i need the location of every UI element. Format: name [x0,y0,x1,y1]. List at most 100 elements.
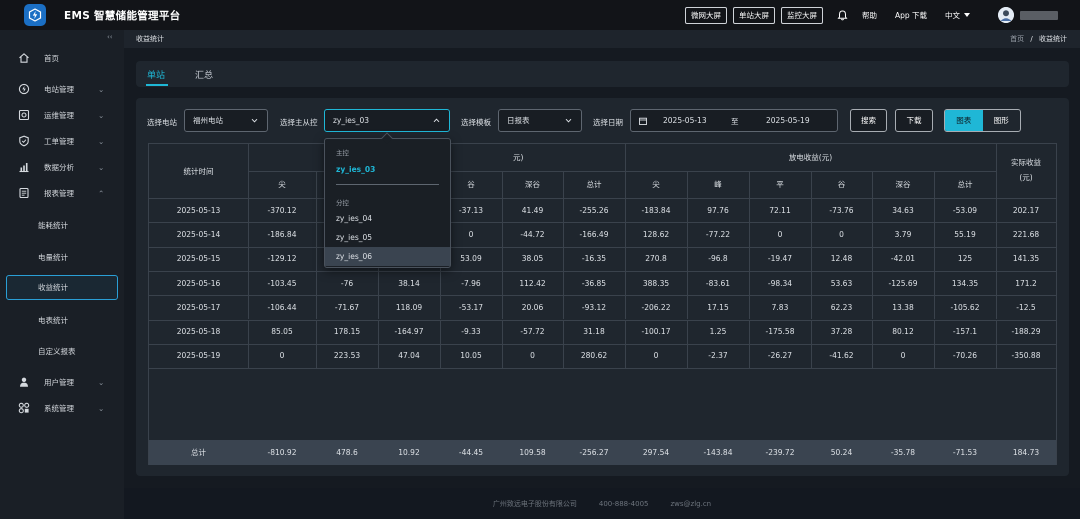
station-select[interactable]: 福州电站 [184,109,268,132]
tab-single-station[interactable]: 单站 [147,68,165,81]
sidebar-item-label: 报表管理 [44,188,74,198]
table-view-button[interactable]: 图表 [945,110,983,131]
language-select[interactable]: 中文 [945,10,970,21]
sidebar-item-report[interactable]: 报表管理 ⌃ [0,183,124,203]
table-cell: 80.12 [892,327,914,337]
sidebar-item-work-order[interactable]: 工单管理 ⌄ [0,131,124,151]
bell-icon[interactable] [837,9,848,21]
footer-email[interactable]: zws@zlg.cn [670,500,711,508]
tab-summary[interactable]: 汇总 [195,68,213,81]
total-cell: 297.54 [642,448,670,457]
home-icon [18,52,30,64]
table-cell: 202.17 [1012,205,1040,215]
table-cell: -76 [340,278,354,288]
template-label: 选择模板 [461,118,491,127]
master-group-label: 主控 [336,149,349,157]
username-blurred[interactable] [1020,10,1058,20]
breadcrumb: 收益统计 首页 / 收益统计 [124,30,1080,48]
table-cell: 41.49 [521,205,544,215]
sidebar-sub-energy[interactable]: 能耗统计 [0,215,124,235]
chevron-down-icon [565,118,572,123]
download-button[interactable]: 下载 [895,109,933,132]
discharge-subheader: 尖 [652,180,660,189]
table-cell: 55.19 [954,229,976,239]
dropdown-option-slave[interactable]: zy_ies_04 [325,209,450,228]
sidebar-sub-revenue[interactable]: 收益统计 [6,275,118,300]
slave-group-label: 分控 [336,199,349,207]
chart-view-button[interactable]: 图形 [983,110,1021,131]
table-cell: 38.05 [521,254,544,264]
footer: 广州致远电子股份有限公司 400-888-4005 zws@zlg.cn [124,488,1080,519]
sidebar-item-user[interactable]: 用户管理 ⌄ [0,372,124,392]
monitor-screen-button[interactable]: 监控大屏 [780,6,823,24]
search-button[interactable]: 搜索 [850,109,887,132]
table-cell: 223.53 [333,351,361,361]
control-select[interactable]: zy_ies_03 [324,109,450,132]
table-cell: 72.11 [769,205,791,215]
sidebar-sub-meter[interactable]: 电表统计 [0,310,124,330]
breadcrumb-separator: / [1030,35,1033,43]
table-cell: 13.38 [892,302,914,312]
chevron-down-icon [251,118,258,123]
table-cell: -370.12 [267,205,297,215]
sidebar-sub-custom-report[interactable]: 自定义报表 [0,341,124,361]
top-bar: EMS 智慧储能管理平台 微网大屏 单站大屏 监控大屏 帮助 App 下载 中文 [0,0,1080,30]
cell-divider [316,198,317,223]
date-end[interactable]: 2025-05-19 [766,116,810,125]
sidebar-item-label: 收益统计 [38,283,68,292]
sidebar-item-system[interactable]: 系统管理 ⌄ [0,398,124,418]
dropdown-option-slave[interactable]: zy_ies_05 [325,228,450,247]
sidebar-item-label: 用户管理 [44,377,74,387]
table-cell: 10.05 [460,351,482,361]
sidebar-sub-electricity[interactable]: 电量统计 [0,247,124,267]
collapse-sidebar-icon[interactable]: ‹‹ [107,33,113,41]
sidebar-item-maintenance[interactable]: 运维管理 ⌄ [0,105,124,125]
table-cell: -103.45 [267,278,297,288]
sidebar-item-label: 自定义报表 [38,346,76,356]
sidebar-item-home[interactable]: 首页 [0,48,124,68]
table-cell: -7.96 [461,278,481,288]
total-cell: -71.53 [952,448,978,457]
help-link[interactable]: 帮助 [862,10,877,21]
discharge-subheader: 深谷 [895,180,911,189]
row-divider [149,368,1056,370]
chevron-up-icon [433,118,440,123]
total-cell: 184.73 [1012,448,1040,457]
table-cell: 134.35 [951,278,979,288]
microgrid-screen-button[interactable]: 微网大屏 [684,6,727,24]
table-cell: 0 [900,351,906,361]
breadcrumb-home-link[interactable]: 首页 [1010,35,1024,43]
date-range-picker[interactable]: 2025-05-13 至 2025-05-19 [630,109,838,132]
table-cell: -71.67 [334,302,360,312]
dropdown-option-master[interactable]: zy_ies_03 [325,160,450,179]
table-cell: -41.62 [829,351,854,361]
sidebar-item-label: 运维管理 [44,110,74,120]
date-separator: 至 [731,117,739,126]
sidebar-item-analytics[interactable]: 数据分析 ⌄ [0,157,124,177]
table-cell: 37.28 [830,327,853,337]
table-cell: 62.23 [830,302,853,312]
table-cell: 20.06 [521,302,544,312]
table-cell: -42.01 [890,254,916,264]
table-cell: 85.05 [271,327,293,337]
table-cell: 388.35 [642,278,670,288]
avatar[interactable] [998,7,1014,23]
table-cell: -9.33 [461,327,481,337]
table-cell: -53.09 [952,205,978,215]
table-cell: -44.72 [520,229,545,239]
table-cell: -186.84 [267,229,297,239]
table-cell: 125 [957,254,973,264]
table-cell: -96.8 [708,254,728,264]
app-logo[interactable] [24,4,46,26]
discharge-subheader: 总计 [957,180,973,189]
sidebar-item-power-station[interactable]: 电站管理 ⌄ [0,79,124,99]
table-cell: 112.42 [519,278,546,288]
dropdown-option-slave[interactable]: zy_ies_06 [325,247,450,266]
table-cell: -105.62 [950,302,980,312]
charge-subheader: 总计 [586,180,602,189]
app-download-link[interactable]: App 下载 [895,10,927,21]
date-start[interactable]: 2025-05-13 [663,116,707,125]
single-station-screen-button[interactable]: 单站大屏 [732,6,775,24]
breadcrumb-current: 收益统计 [1039,35,1067,43]
template-select[interactable]: 日报表 [498,109,582,132]
